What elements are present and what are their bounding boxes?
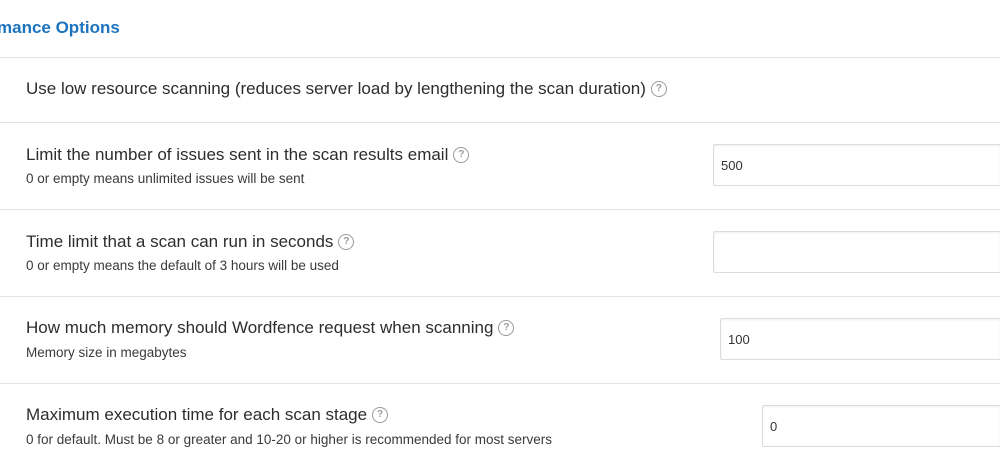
issue-limit-input[interactable]: [713, 144, 1000, 186]
help-icon[interactable]: ?: [650, 81, 667, 97]
option-description: 0 or empty means unlimited issues will b…: [26, 171, 305, 186]
option-label: Use low resource scanning (reduces serve…: [26, 79, 646, 98]
option-label: How much memory should Wordfence request…: [26, 318, 494, 337]
help-icon[interactable]: ?: [498, 320, 515, 336]
section-title: mance Options: [0, 18, 120, 37]
help-icon[interactable]: ?: [338, 234, 355, 250]
option-row-memory: How much memory should Wordfence request…: [0, 297, 1000, 384]
option-row-low-resource-scanning: Use low resource scanning (reduces serve…: [0, 58, 1000, 123]
option-title: Maximum execution time for each scan sta…: [26, 405, 389, 425]
option-label: Maximum execution time for each scan sta…: [26, 405, 368, 424]
help-icon[interactable]: ?: [453, 147, 470, 163]
option-title: Time limit that a scan can run in second…: [26, 232, 355, 252]
memory-input[interactable]: [720, 318, 1000, 360]
max-execution-time-input[interactable]: [762, 405, 1000, 447]
option-title: Limit the number of issues sent in the s…: [26, 145, 470, 165]
option-title: Use low resource scanning (reduces serve…: [26, 79, 667, 99]
option-row-max-execution-time: Maximum execution time for each scan sta…: [0, 384, 1000, 469]
option-row-issue-limit: Limit the number of issues sent in the s…: [0, 123, 1000, 210]
option-title: How much memory should Wordfence request…: [26, 318, 515, 338]
section-header: mance Options: [0, 0, 1000, 58]
time-limit-input[interactable]: [713, 231, 1000, 273]
option-label: Time limit that a scan can run in second…: [26, 232, 334, 251]
option-row-time-limit: Time limit that a scan can run in second…: [0, 210, 1000, 297]
option-description: Memory size in megabytes: [26, 345, 187, 360]
option-description: 0 for default. Must be 8 or greater and …: [26, 432, 553, 447]
help-icon[interactable]: ?: [372, 407, 389, 423]
option-label: Limit the number of issues sent in the s…: [26, 145, 449, 164]
option-description: 0 or empty means the default of 3 hours …: [26, 258, 339, 273]
